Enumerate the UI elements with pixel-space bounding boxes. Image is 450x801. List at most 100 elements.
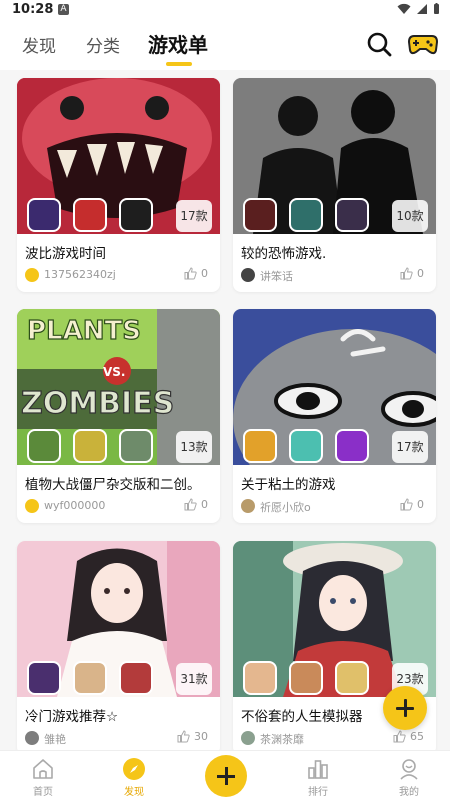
like-count: 0	[201, 267, 208, 280]
game-list-feed: 17款 波比游戏时间 137562340zj 0 10款 较的恐怖游戏. 讲笨话…	[0, 70, 450, 750]
notification-icon: A	[58, 4, 69, 15]
like-count: 0	[417, 498, 424, 511]
nav-discover-label: 发现	[124, 787, 144, 798]
game-list-card[interactable]: PLANTS VS. ZOMBIES 13款 植物大战僵尸杂交版和二创。 wyf…	[17, 309, 220, 523]
tab-game-list[interactable]: 游戏单	[148, 29, 208, 58]
wifi-icon	[397, 3, 411, 15]
game-thumbnail	[119, 661, 153, 695]
game-thumbnail	[335, 198, 369, 232]
game-thumbnail	[119, 429, 153, 463]
game-thumbnail	[289, 661, 323, 695]
user-name: 祈愿小欣o	[260, 501, 311, 514]
nav-discover[interactable]: 发现	[104, 757, 164, 798]
thumbs-up-icon	[400, 498, 413, 511]
card-title: 波比游戏时间	[25, 246, 106, 262]
game-thumbnails	[243, 661, 369, 695]
user-avatar	[241, 268, 255, 282]
game-thumbnails	[243, 198, 369, 232]
game-thumbnails	[27, 198, 153, 232]
game-count-badge: 13款	[176, 431, 212, 463]
game-thumbnail	[243, 198, 277, 232]
nav-home-label: 首页	[33, 787, 53, 798]
like-button[interactable]: 0	[400, 498, 424, 511]
like-count: 65	[410, 730, 424, 743]
user-name: 讲笨话	[260, 270, 293, 283]
game-count-badge: 10款	[392, 200, 428, 232]
game-thumbnail	[27, 429, 61, 463]
game-thumbnail	[335, 429, 369, 463]
cover-text-plants: PLANTS	[27, 316, 141, 346]
status-time: 10:28	[12, 2, 54, 17]
game-thumbnail	[243, 661, 277, 695]
card-title: 冷门游戏推荐☆	[25, 709, 119, 725]
nav-ranking[interactable]: 排行	[288, 757, 348, 798]
user-avatar	[25, 499, 39, 513]
tab-discover[interactable]: 发现	[22, 32, 56, 57]
game-thumbnail	[73, 661, 107, 695]
like-button[interactable]: 0	[400, 267, 424, 280]
like-button[interactable]: 30	[177, 730, 208, 743]
game-thumbnail	[243, 429, 277, 463]
like-button[interactable]: 0	[184, 498, 208, 511]
game-list-card[interactable]: 10款 较的恐怖游戏. 讲笨话 0	[233, 78, 436, 292]
user-avatar	[25, 731, 39, 745]
like-count: 30	[194, 730, 208, 743]
tab-category[interactable]: 分类	[86, 32, 120, 57]
user-avatar	[25, 268, 39, 282]
game-list-card[interactable]: 31款 冷门游戏推荐☆ 雏艳 30	[17, 541, 220, 750]
user-name: 137562340zj	[44, 268, 116, 281]
game-thumbnail	[27, 661, 61, 695]
game-list-card[interactable]: 17款 波比游戏时间 137562340zj 0	[17, 78, 220, 292]
game-thumbnail	[27, 198, 61, 232]
like-count: 0	[201, 498, 208, 511]
user-avatar	[241, 731, 255, 745]
bottom-navigation: 首页 发现 排行 我的	[0, 750, 450, 801]
battery-icon	[434, 3, 439, 14]
game-thumbnail	[73, 429, 107, 463]
game-thumbnail	[73, 198, 107, 232]
game-thumbnail	[335, 661, 369, 695]
like-button[interactable]: 0	[184, 267, 208, 280]
game-count-badge: 17款	[392, 431, 428, 463]
status-bar: 10:28 A	[0, 0, 450, 22]
active-tab-indicator	[166, 62, 192, 66]
cover-text-zombies: ZOMBIES	[21, 386, 174, 421]
game-thumbnails	[243, 429, 369, 463]
like-button[interactable]: 65	[393, 730, 424, 743]
search-icon[interactable]	[366, 31, 392, 57]
thumbs-up-icon	[184, 267, 197, 280]
top-tab-bar: 发现 分类 游戏单	[0, 22, 450, 70]
discover-icon	[123, 758, 145, 780]
user-name: 雏艳	[44, 733, 66, 746]
game-thumbnail	[289, 198, 323, 232]
user-avatar	[241, 499, 255, 513]
game-thumbnail	[119, 198, 153, 232]
floating-add-button[interactable]	[383, 686, 427, 730]
signal-icon	[417, 4, 427, 14]
nav-profile[interactable]: 我的	[379, 757, 439, 798]
thumbs-up-icon	[393, 730, 406, 743]
profile-icon	[400, 759, 418, 780]
thumbs-up-icon	[400, 267, 413, 280]
ranking-icon	[308, 760, 328, 779]
game-count-badge: 17款	[176, 200, 212, 232]
user-name: 茶渊茶靡	[260, 733, 304, 746]
gamepad-icon[interactable]	[408, 31, 438, 57]
system-icons	[397, 3, 440, 15]
thumbs-up-icon	[184, 498, 197, 511]
game-count-badge: 31款	[176, 663, 212, 695]
card-title: 较的恐怖游戏.	[241, 246, 327, 262]
card-title: 植物大战僵尸杂交版和二创。	[25, 477, 201, 493]
home-icon	[33, 759, 53, 779]
game-list-card[interactable]: 17款 关于粘土的游戏 祈愿小欣o 0	[233, 309, 436, 523]
plus-icon[interactable]	[205, 755, 247, 797]
nav-home[interactable]: 首页	[13, 757, 73, 798]
game-thumbnail	[289, 429, 323, 463]
game-thumbnails	[27, 661, 153, 695]
cover-text-vs: VS.	[103, 365, 126, 379]
nav-profile-label: 我的	[399, 787, 419, 798]
card-title: 关于粘土的游戏	[241, 477, 336, 493]
game-thumbnails	[27, 429, 153, 463]
like-count: 0	[417, 267, 424, 280]
thumbs-up-icon	[177, 730, 190, 743]
